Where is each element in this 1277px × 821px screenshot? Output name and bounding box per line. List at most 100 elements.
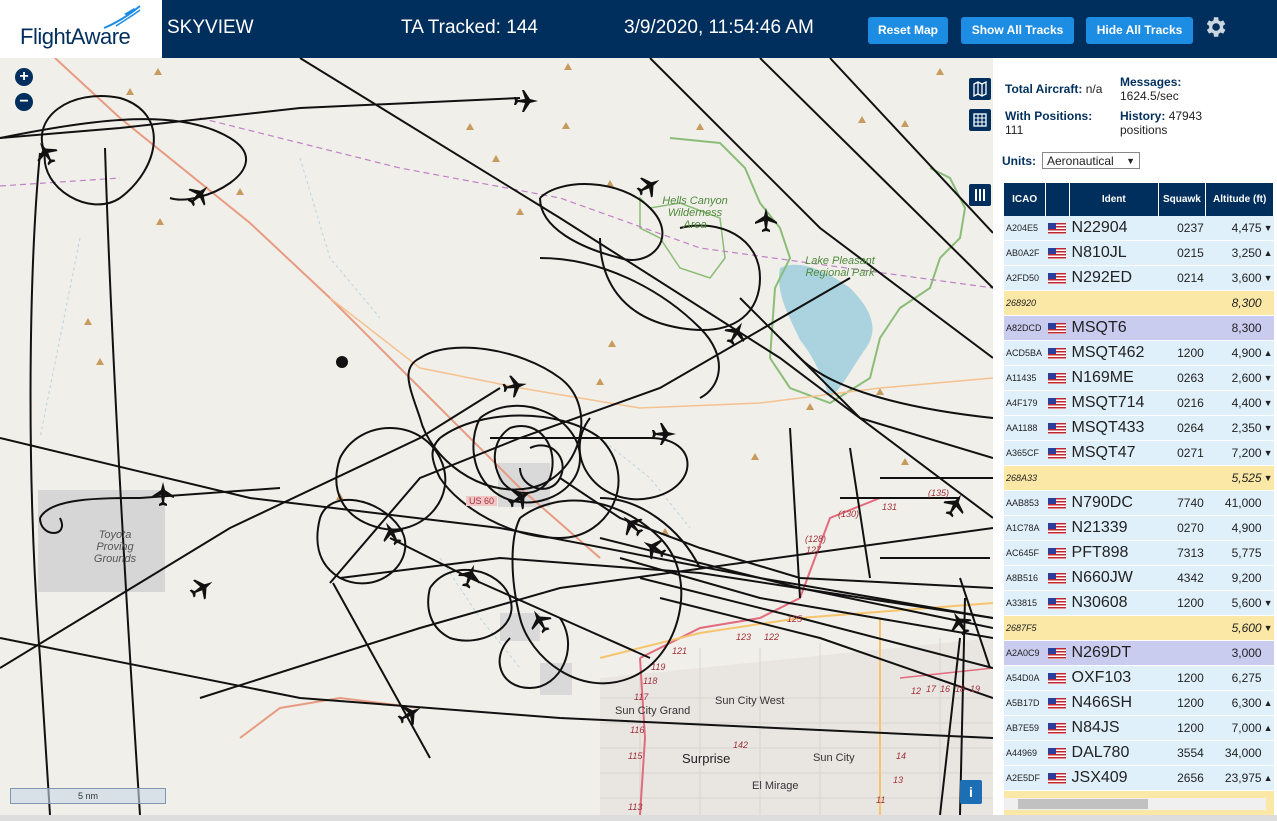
units-value: Aeronautical [1047,154,1114,168]
reset-map-button[interactable]: Reset Map [868,17,948,44]
us-flag-icon [1047,648,1066,660]
aircraft-row[interactable]: AAB853 N790DC 7740 41,000 [1004,490,1274,516]
aircraft-altitude: 5,525 [1205,465,1264,491]
col-flag[interactable] [1045,183,1071,216]
aircraft-ident: N169ME [1069,365,1159,391]
aircraft-icao: AA1188 [1004,415,1046,441]
aircraft-row[interactable]: A2FD50 N292ED 0214 3,600 ▼ [1004,265,1274,291]
aircraft-icao: A8B516 [1004,565,1046,591]
tracked-count: TA Tracked: 144 [401,17,538,38]
aircraft-row[interactable]: 268A33 5,525 ▼ [1004,465,1274,491]
columns-toggle-icon[interactable] [969,184,991,206]
aircraft-row[interactable]: A82DCD MSQT6 8,300 [1004,315,1274,341]
map-layers-icon[interactable] [969,78,991,100]
road-number: 18 [955,684,966,694]
flag-cell [1045,315,1070,341]
aircraft-row[interactable]: 268920 8,300 [1004,290,1274,316]
table-horizontal-scrollbar[interactable] [1004,798,1266,810]
aircraft-altitude: 34,000 [1205,740,1264,766]
aircraft-row[interactable]: A44969 DAL780 3554 34,000 [1004,740,1274,766]
road-number: 119 [651,662,666,672]
col-squawk[interactable]: Squawk [1158,183,1207,216]
altitude-trend-icon: ▼ [1263,415,1274,441]
aircraft-row[interactable]: A11435 N169ME 0263 2,600 ▼ [1004,365,1274,391]
grid-icon[interactable] [969,109,991,131]
altitude-trend-icon [1263,740,1274,766]
road-number: 16 [940,684,951,694]
map-canvas[interactable] [0,58,993,815]
aircraft-altitude: 3,250 [1205,240,1264,266]
aircraft-altitude: 5,600 [1205,615,1264,641]
label-sun-city: Sun City [813,752,855,764]
aircraft-row[interactable]: ACD5BA MSQT462 1200 4,900 ▲ [1004,340,1274,366]
aircraft-row[interactable]: A204E5 N22904 0237 4,475 ▼ [1004,216,1274,241]
aircraft-altitude: 4,400 [1205,390,1264,416]
aircraft-row[interactable]: 2687F5 5,600 ▼ [1004,615,1274,641]
aircraft-row[interactable]: A5B17D N466SH 1200 6,300 ▲ [1004,690,1274,716]
label-lake-pleasant: Lake Pleasant Regional Park [805,255,875,279]
altitude-trend-icon [1263,290,1274,316]
aircraft-ident [1069,290,1159,316]
us-flag-icon [1047,248,1066,260]
settings-gear-icon[interactable] [1202,14,1228,40]
units-select[interactable]: Aeronautical ▼ [1042,152,1140,169]
aircraft-row[interactable]: AC645F PFT898 7313 5,775 [1004,540,1274,566]
flag-cell [1045,540,1070,566]
scrollbar-thumb[interactable] [1018,799,1148,809]
aircraft-row[interactable]: A365CF MSQT47 0271 7,200 ▼ [1004,440,1274,466]
show-all-tracks-button[interactable]: Show All Tracks [961,17,1074,44]
aircraft-icao: 268A33 [1004,465,1046,491]
road-number: 19 [970,684,981,694]
aircraft-row[interactable]: A33815 N30608 1200 5,600 ▼ [1004,590,1274,616]
col-ident[interactable]: Ident [1069,183,1159,216]
us-flag-icon [1047,223,1066,235]
aircraft-row[interactable]: A1C78A N21339 0270 4,900 [1004,515,1274,541]
flag-cell [1045,465,1070,491]
aircraft-row[interactable]: A2E5DF JSX409 2656 23,975 ▲ [1004,765,1274,791]
aircraft-row[interactable]: A8B516 N660JW 4342 9,200 [1004,565,1274,591]
info-button[interactable]: i [960,780,982,804]
road-number: 121 [672,646,688,656]
altitude-trend-icon: ▲ [1263,765,1274,791]
aircraft-icao: A365CF [1004,440,1046,466]
with-positions: With Positions: 111 [1005,109,1092,137]
aircraft-row[interactable]: A2A0C9 N269DT 3,000 [1004,640,1274,666]
flag-cell [1045,415,1070,441]
zoom-out-button[interactable]: − [15,93,33,111]
aircraft-ident: OXF103 [1069,665,1159,691]
road-number: 122 [764,632,780,642]
label-hells-canyon: Hells Canyon Wilderness Area [662,195,728,231]
road-number: (130) [838,509,860,519]
flag-cell [1045,440,1070,466]
flag-cell [1045,290,1070,316]
col-icao[interactable]: ICAO [1004,183,1047,216]
aircraft-squawk: 0215 [1158,240,1206,266]
col-altitude[interactable]: Altitude (ft) [1205,183,1274,216]
aircraft-squawk: 2656 [1158,765,1206,791]
aircraft-icao: A5B17D [1004,690,1046,716]
aircraft-icao: A44969 [1004,740,1046,766]
aircraft-icao: 268920 [1004,290,1046,316]
aircraft-squawk: 1200 [1158,340,1206,366]
aircraft-row[interactable]: AB0A2F N810JL 0215 3,250 ▲ [1004,240,1274,266]
aircraft-altitude: 7,200 [1205,440,1264,466]
us-flag-icon [1047,348,1066,360]
road-number: 116 [630,725,645,735]
hide-all-tracks-button[interactable]: Hide All Tracks [1086,17,1193,44]
us-flag-icon [1047,373,1066,385]
aircraft-icao: A2E5DF [1004,765,1046,791]
map-view[interactable]: Hells Canyon Wilderness Area Lake Pleasa… [0,58,993,815]
flag-cell [1045,490,1070,516]
flightaware-logo[interactable]: FlightAware [0,0,162,58]
aircraft-row[interactable]: A4F179 MSQT714 0216 4,400 ▼ [1004,390,1274,416]
road-number: (128) [805,534,827,544]
flag-cell [1045,615,1070,641]
zoom-in-button[interactable]: + [15,68,33,86]
total-aircraft: Total Aircraft: n/a [1005,82,1102,96]
flag-cell [1045,640,1070,666]
aircraft-row[interactable]: A54D0A OXF103 1200 6,275 [1004,665,1274,691]
aircraft-row[interactable]: AA1188 MSQT433 0264 2,350 ▼ [1004,415,1274,441]
us-flag-icon [1047,723,1066,735]
aircraft-altitude: 2,600 [1205,365,1264,391]
aircraft-row[interactable]: AB7E59 N84JS 1200 7,000 ▲ [1004,715,1274,741]
